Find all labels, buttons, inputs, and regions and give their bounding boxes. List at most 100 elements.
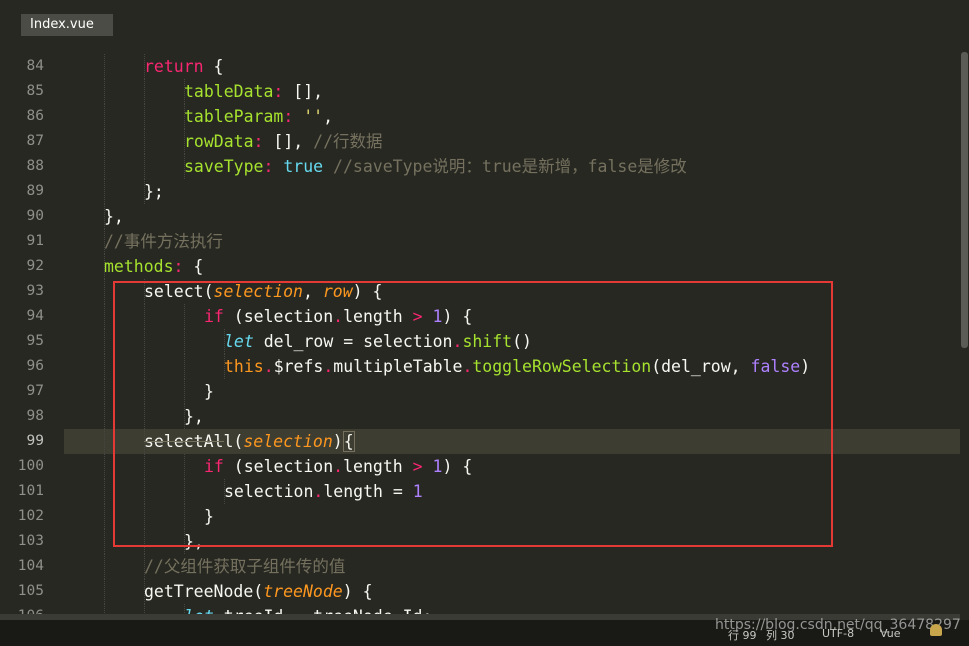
code-token: //父组件获取子组件传的值 <box>144 557 346 576</box>
code-token: 1 <box>412 482 423 501</box>
code-token: , <box>302 282 323 301</box>
code-line[interactable]: 105 getTreeNode(treeNode) { <box>0 579 960 604</box>
indent-guide <box>144 404 145 429</box>
code-line[interactable]: 97} <box>0 379 960 404</box>
code-text: select(selection, row) { <box>144 279 382 304</box>
code-token: selectAll <box>144 432 234 451</box>
line-number: 84 <box>26 58 44 74</box>
indent-guide <box>104 504 105 529</box>
code-token: shift <box>462 332 513 351</box>
line-number: 90 <box>26 208 44 224</box>
line-number: 102 <box>17 508 44 524</box>
code-line[interactable]: 91 //事件方法执行 <box>0 229 960 254</box>
indent-guide <box>104 304 105 329</box>
code-text: tableData: [], <box>184 79 323 104</box>
code-token: //行数据 <box>313 132 383 151</box>
code-token: : <box>283 107 294 126</box>
code-line[interactable]: 98}, <box>0 404 960 429</box>
code-token: () <box>512 332 532 351</box>
line-number: 97 <box>26 383 44 399</box>
code-token: (selection <box>223 457 334 476</box>
code-line[interactable]: 92 methods: { <box>0 254 960 279</box>
code-token: . <box>323 357 334 376</box>
indent-guide <box>184 379 185 404</box>
code-text: rowData: [], //行数据 <box>184 129 383 154</box>
indent-guide <box>104 579 105 604</box>
code-token: '' <box>303 107 324 126</box>
vertical-scrollbar-thumb[interactable] <box>961 52 968 348</box>
indent-guide <box>144 479 145 504</box>
code-token: } <box>204 507 214 526</box>
code-line[interactable]: 93 select(selection, row) { <box>0 279 960 304</box>
code-line[interactable]: 103}, <box>0 529 960 554</box>
code-token: { <box>203 57 224 76</box>
code-line[interactable]: 94 if (selection.length > 1) { <box>0 304 960 329</box>
code-token: 1 <box>432 307 443 326</box>
code-token: toggleRowSelection <box>472 357 652 376</box>
tab-bar: Index.vue <box>0 0 969 45</box>
code-text: methods: { <box>104 254 203 279</box>
code-text: let del_row = selection.shift() <box>224 329 532 354</box>
code-line[interactable]: 104 //父组件获取子组件传的值 <box>0 554 960 579</box>
code-token: ) { <box>442 307 473 326</box>
code-token: { <box>183 257 204 276</box>
code-line[interactable]: 88 saveType: true //saveType说明：true是新增，fa… <box>0 154 960 179</box>
code-line[interactable]: 101 selection.length = 1 <box>0 479 960 504</box>
indent-guide <box>104 104 105 129</box>
code-line[interactable]: 89}; <box>0 179 960 204</box>
code-token: . <box>333 307 344 326</box>
code-line[interactable]: 87 rowData: [], //行数据 <box>0 129 960 154</box>
code-line[interactable]: 85 tableData: [], <box>0 79 960 104</box>
code-token: select <box>144 282 204 301</box>
code-token: multipleTable <box>333 357 463 376</box>
code-text: //父组件获取子组件传的值 <box>144 554 345 579</box>
code-token: if <box>204 307 224 326</box>
code-token: length <box>343 457 413 476</box>
line-number: 88 <box>26 158 44 174</box>
code-line[interactable]: 96 this.$refs.multipleTable.toggleRowSele… <box>0 354 960 379</box>
code-token: let <box>224 332 254 351</box>
line-number: 87 <box>26 133 44 149</box>
line-number: 99 <box>26 433 44 449</box>
code-token: }; <box>144 182 164 201</box>
tab-index-vue[interactable]: Index.vue <box>21 14 113 36</box>
indent-guide <box>144 354 145 379</box>
indent-guide <box>144 154 145 179</box>
code-line[interactable]: 84 return { <box>0 54 960 79</box>
indent-guide <box>104 79 105 104</box>
indent-guide <box>104 54 105 79</box>
code-token: { <box>342 431 355 452</box>
code-token: ) { <box>352 282 383 301</box>
code-line[interactable]: 95 let del_row = selection.shift() <box>0 329 960 354</box>
line-number: 103 <box>17 533 44 549</box>
code-token: selection <box>213 282 303 301</box>
code-line[interactable]: 100 if (selection.length > 1) { <box>0 454 960 479</box>
code-line[interactable]: 99 selectAll(selection){ <box>27 429 960 454</box>
indent-guide <box>144 329 145 354</box>
code-line[interactable]: 90}, <box>0 204 960 229</box>
code-line[interactable]: 86 tableParam: '', <box>0 104 960 129</box>
code-token: true <box>283 157 324 176</box>
code-text: }, <box>104 204 124 229</box>
code-token: //事件方法执行 <box>104 232 223 251</box>
line-number: 105 <box>17 583 44 599</box>
code-line[interactable]: 102} <box>0 504 960 529</box>
line-number: 93 <box>26 283 44 299</box>
code-text: saveType: true //saveType说明：true是新增，fals… <box>184 154 687 179</box>
indent-guide <box>184 454 185 479</box>
code-token: ) { <box>442 457 473 476</box>
code-token: }, <box>184 407 204 426</box>
bell-icon[interactable] <box>930 624 942 636</box>
code-editor[interactable]: 84 return {85 tableData: [], 86 tableParam: … <box>0 52 960 616</box>
indent-guide <box>184 304 185 329</box>
code-token: . <box>333 457 344 476</box>
code-token: (selection <box>223 307 334 326</box>
code-text: }, <box>184 529 204 554</box>
indent-guide <box>144 304 145 329</box>
indent-guide <box>104 354 105 379</box>
code-token: //saveType说明：true是新增，false是修改 <box>333 157 687 176</box>
code-token: . <box>263 357 274 376</box>
